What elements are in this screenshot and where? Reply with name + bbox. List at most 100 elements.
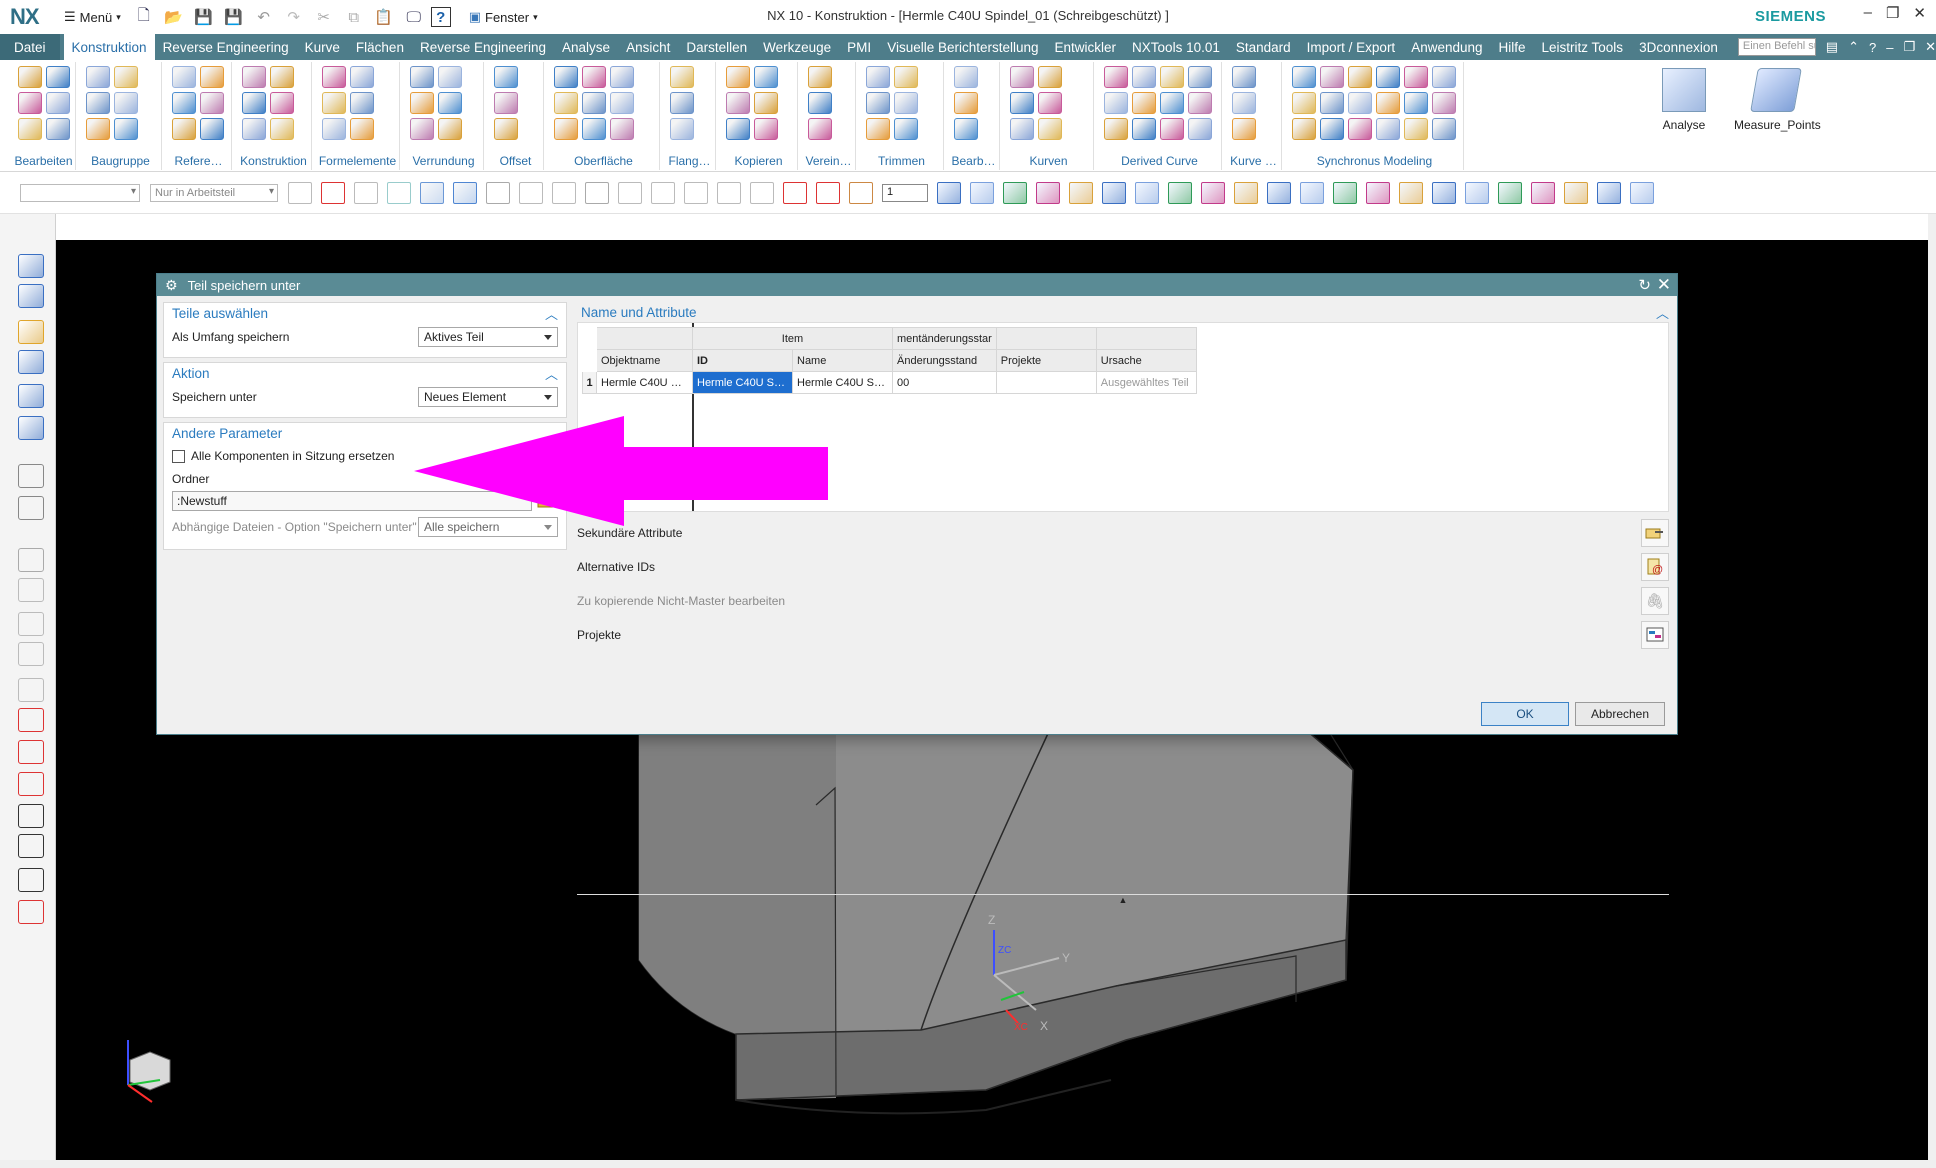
ribbon-group-label[interactable]: Synchronus Modeling	[1286, 154, 1463, 168]
resource-bar-icon[interactable]	[18, 740, 44, 764]
tool-icon[interactable]	[1376, 92, 1400, 114]
resource-bar-icon[interactable]	[18, 804, 44, 828]
ribbon-group-label[interactable]: Oberfläche	[548, 154, 659, 168]
scope-dropdown[interactable]: Nur in Arbeitsteil	[150, 184, 278, 202]
view-toolbar-icon[interactable]	[1531, 182, 1555, 204]
tab-werkzeuge[interactable]: Werkzeuge	[755, 34, 839, 60]
reset-icon[interactable]: ↻	[1638, 276, 1651, 294]
view-toolbar-icon[interactable]	[1498, 182, 1522, 204]
resource-bar-icon[interactable]	[18, 868, 44, 892]
tool-icon[interactable]	[172, 92, 196, 114]
column-header-projekte[interactable]: Projekte	[995, 349, 1097, 372]
tool-icon[interactable]	[86, 66, 110, 88]
tool-icon[interactable]	[114, 92, 138, 114]
tool-icon[interactable]	[954, 66, 978, 88]
ribbon-group-label[interactable]: Offset	[488, 154, 543, 168]
tool-icon[interactable]	[670, 118, 694, 140]
tool-icon[interactable]	[172, 118, 196, 140]
tool-icon[interactable]	[46, 92, 70, 114]
ok-button[interactable]: OK	[1481, 702, 1569, 726]
tool-icon[interactable]	[894, 66, 918, 88]
ribbon-group-label[interactable]: Derived Curve	[1098, 154, 1221, 168]
tool-icon[interactable]	[1432, 66, 1456, 88]
save-under-dropdown[interactable]: Neues Element	[418, 387, 558, 407]
tool-icon[interactable]	[1038, 92, 1062, 114]
view-toolbar-icon[interactable]	[1366, 182, 1390, 204]
tab-datei[interactable]: Datei	[0, 34, 60, 60]
view-toolbar-icon[interactable]	[1597, 182, 1621, 204]
view-toolbar-icon[interactable]	[1003, 182, 1027, 204]
tool-icon[interactable]	[582, 118, 606, 140]
tool-icon[interactable]	[1132, 118, 1156, 140]
close-icon[interactable]: ✕	[1657, 275, 1671, 295]
ribbon-group-label[interactable]: Kurven	[1004, 154, 1093, 168]
alternative-ids-icon[interactable]: @	[1641, 553, 1669, 581]
resource-bar-icon[interactable]	[18, 464, 44, 488]
tool-icon[interactable]	[610, 66, 634, 88]
column-header-revision[interactable]: Änderungsstand	[892, 349, 997, 372]
tool-icon[interactable]	[754, 66, 778, 88]
ribbon-options-icon[interactable]: ▤	[1826, 39, 1838, 55]
paperclip-icon[interactable]: 🖇	[1641, 587, 1669, 615]
ribbon-group-label[interactable]: Konstruktion	[236, 154, 311, 168]
tool-icon[interactable]	[1232, 92, 1256, 114]
view-toolbar-icon[interactable]	[1432, 182, 1456, 204]
tool-icon[interactable]	[1404, 118, 1428, 140]
ribbon-group-label[interactable]: Flang…	[664, 154, 715, 168]
tool-icon[interactable]	[1432, 118, 1456, 140]
tab-pmi[interactable]: PMI	[839, 34, 879, 60]
new-file-icon[interactable]: 🗋	[131, 5, 157, 29]
tool-icon[interactable]	[1376, 66, 1400, 88]
tool-icon[interactable]	[1132, 66, 1156, 88]
undo-icon[interactable]: ↶	[251, 5, 277, 29]
tool-icon[interactable]	[1188, 92, 1212, 114]
tool-icon[interactable]	[808, 66, 832, 88]
cut-icon[interactable]: ✂	[311, 5, 337, 29]
toolbar-icon[interactable]	[420, 182, 444, 204]
tool-icon[interactable]	[1320, 92, 1344, 114]
touch-mode-icon[interactable]: 🖵	[401, 5, 427, 29]
ribbon-group-label[interactable]: Verrundung	[404, 154, 483, 168]
toolbar-icon[interactable]	[750, 182, 774, 204]
projects-icon[interactable]	[1641, 621, 1669, 649]
view-toolbar-icon[interactable]	[937, 182, 961, 204]
tool-icon[interactable]	[438, 66, 462, 88]
cell-id[interactable]: Hermle C40U Spi…	[692, 371, 793, 394]
tool-icon[interactable]	[1348, 92, 1372, 114]
command-search-input[interactable]: Einen Befehl such	[1737, 38, 1816, 56]
tool-icon[interactable]	[270, 66, 294, 88]
tool-icon[interactable]	[1320, 66, 1344, 88]
cell-objektname[interactable]: Hermle C40U Spi…	[596, 371, 693, 394]
resource-bar-icon[interactable]	[18, 642, 44, 666]
toolbar-icon[interactable]	[321, 182, 345, 204]
dialog-title-bar[interactable]: ⚙ Teil speichern unter ↻ ✕	[157, 274, 1677, 296]
tool-icon[interactable]	[322, 118, 346, 140]
tab-ansicht[interactable]: Ansicht	[618, 34, 678, 60]
view-toolbar-icon[interactable]	[1201, 182, 1225, 204]
resource-bar-icon[interactable]	[18, 578, 44, 602]
tool-icon[interactable]	[726, 118, 750, 140]
tool-icon[interactable]	[954, 92, 978, 114]
resource-bar-icon[interactable]	[18, 284, 44, 308]
layer-spinner[interactable]: 1	[882, 184, 928, 202]
tab-kurve[interactable]: Kurve	[297, 34, 348, 60]
tool-icon[interactable]	[1188, 66, 1212, 88]
toolbar-icon[interactable]	[519, 182, 543, 204]
view-toolbar-icon[interactable]	[1036, 182, 1060, 204]
ribbon-group-label[interactable]: Kurve …	[1226, 154, 1281, 168]
view-toolbar-icon[interactable]	[1399, 182, 1423, 204]
tool-icon[interactable]	[494, 66, 518, 88]
toolbar-icon[interactable]	[453, 182, 477, 204]
help-icon[interactable]: ?	[1869, 40, 1876, 55]
toolbar-icon[interactable]	[288, 182, 312, 204]
tool-icon[interactable]	[866, 92, 890, 114]
tab-reverse-engineering[interactable]: Reverse Engineering	[155, 34, 297, 60]
tool-icon[interactable]	[86, 92, 110, 114]
toolbar-icon[interactable]	[354, 182, 378, 204]
tool-icon[interactable]	[114, 66, 138, 88]
tab-darstellen[interactable]: Darstellen	[678, 34, 755, 60]
tool-icon[interactable]	[754, 92, 778, 114]
menu-button[interactable]: ☰ Menü ▾	[58, 5, 127, 29]
save-scope-dropdown[interactable]: Aktives Teil	[418, 327, 558, 347]
tool-icon[interactable]	[610, 118, 634, 140]
